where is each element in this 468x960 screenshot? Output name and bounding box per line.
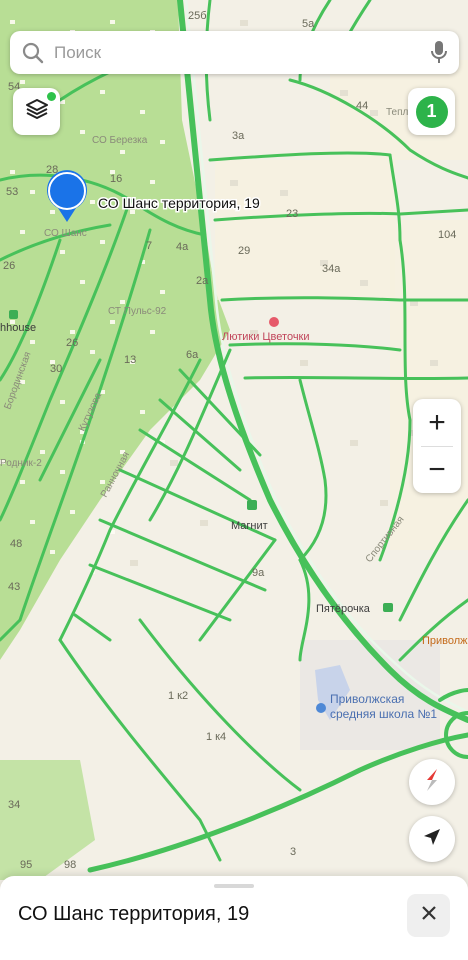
notification-button[interactable]: 1 (408, 88, 455, 135)
addr-1k4: 1 к4 (206, 731, 226, 743)
close-icon (421, 905, 437, 926)
addr-13: 13 (124, 354, 136, 366)
zoom-out-button[interactable]: − (413, 446, 461, 493)
place-bottom-sheet[interactable]: СО Шанс территория, 19 (0, 876, 468, 960)
zoom-controls: + − (413, 399, 461, 493)
zoom-in-button[interactable]: + (413, 399, 461, 446)
place-house-edge: hhouse (0, 322, 36, 334)
addr-34: 34 (8, 799, 20, 811)
selected-place-label: СО Шанс территория, 19 (98, 195, 260, 211)
addr-7: 7 (146, 240, 152, 252)
place-magnit: Магнит (231, 520, 268, 532)
compass-button[interactable] (409, 759, 455, 805)
addr-16: 16 (110, 173, 122, 185)
search-bar[interactable]: Поиск (10, 31, 459, 74)
addr-2a: 2а (196, 275, 209, 287)
addr-95: 95 (20, 859, 32, 871)
place-berezka: СО Березка (92, 135, 148, 146)
addr-5a: 5а (302, 18, 315, 30)
navigation-arrow-icon (421, 826, 443, 853)
compass-icon (421, 767, 443, 798)
place-school-line1: Приволжская (330, 692, 404, 706)
place-lyutiki: Лютики Цветочки (222, 331, 310, 343)
layers-icon (25, 97, 49, 126)
place-pulse: СТ Пульс-92 (108, 306, 167, 317)
locate-me-button[interactable] (409, 816, 455, 862)
addr-98: 98 (64, 859, 76, 871)
addr-26: 26 (66, 337, 78, 349)
addr-4a: 4а (176, 241, 189, 253)
addr-6a: 6а (186, 349, 199, 361)
addr-30: 30 (50, 363, 62, 375)
place-privolzh-edge: Приволж (422, 635, 468, 647)
search-input[interactable]: Поиск (54, 43, 101, 63)
addr-104: 104 (438, 229, 456, 241)
addr-9a: 9а (252, 567, 265, 579)
notification-count: 1 (415, 95, 448, 128)
addr-53: 53 (6, 186, 18, 198)
place-school-line2: средняя школа №1 (330, 707, 437, 721)
addr-44: 44 (356, 100, 368, 112)
sheet-drag-handle[interactable] (214, 884, 254, 888)
addr-34a: 34а (322, 263, 341, 275)
addr-43: 43 (8, 581, 20, 593)
layers-status-dot (47, 92, 56, 101)
addr-23: 23 (286, 208, 298, 220)
place-pyaterochka: Пятёрочка (316, 603, 371, 615)
addr-3: 3 (290, 846, 296, 858)
map-canvas[interactable]: 25б 5а 54 44 3а 28 16 53 23 104 7 4а 29 … (0, 0, 468, 960)
addr-26-left: 26 (3, 260, 15, 272)
zoom-divider (421, 446, 453, 447)
addr-25b: 25б (188, 10, 207, 22)
addr-1k2: 1 к2 (168, 690, 188, 702)
place-rodnik: Родник-2 (0, 458, 42, 469)
addr-48: 48 (10, 538, 22, 550)
close-button[interactable] (407, 894, 450, 937)
addr-29: 29 (238, 245, 250, 257)
layers-button[interactable] (13, 88, 60, 135)
place-sns: СО Шанс (44, 228, 87, 239)
search-icon (22, 42, 44, 64)
microphone-icon[interactable] (431, 40, 447, 69)
sheet-title: СО Шанс территория, 19 (18, 903, 250, 925)
addr-3a: 3а (232, 130, 245, 142)
